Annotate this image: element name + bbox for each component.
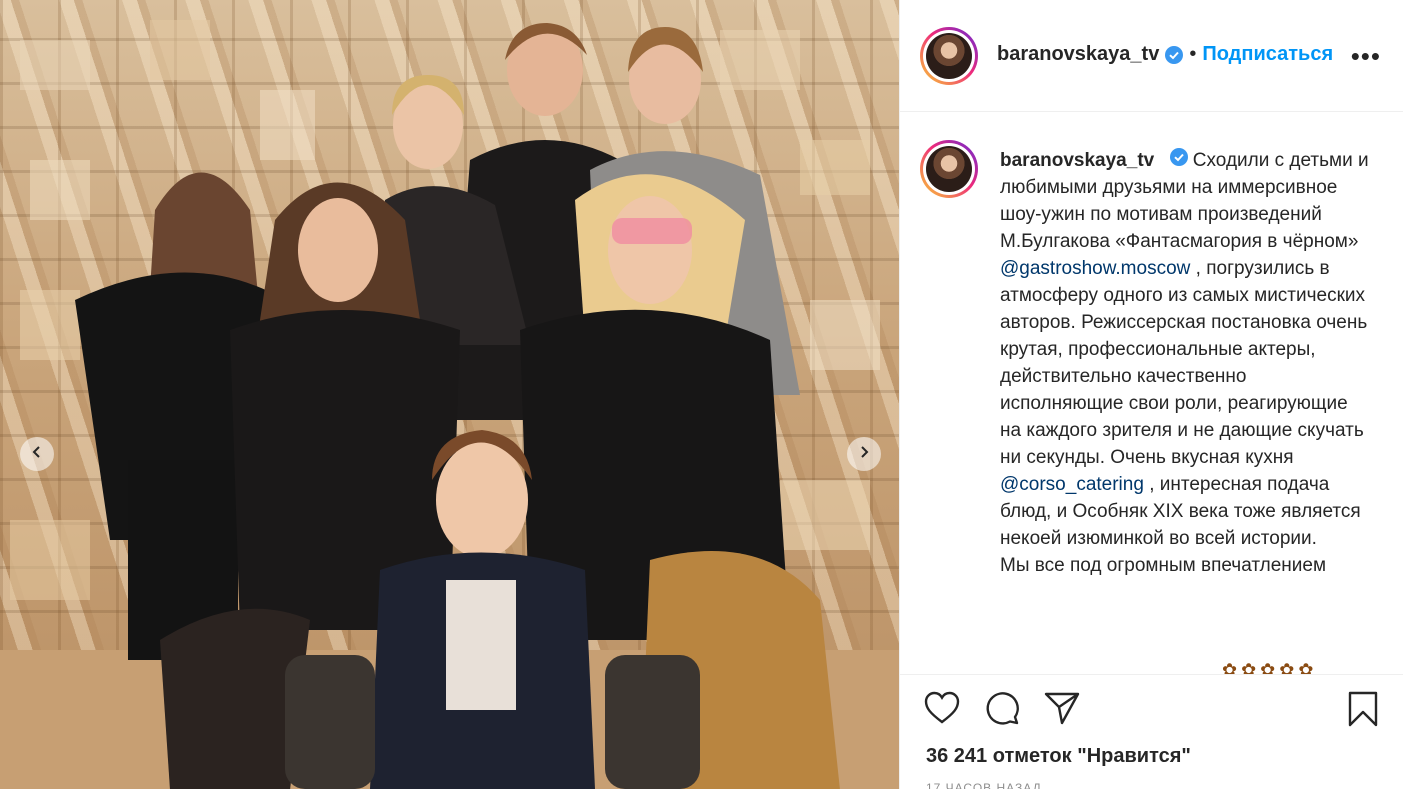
chevron-left-icon — [30, 445, 44, 464]
likes-count[interactable]: 36 241 отметок "Нравится" — [926, 745, 1191, 768]
avatar[interactable] — [920, 27, 978, 85]
caption-avatar[interactable] — [920, 140, 978, 198]
post-author: baranovskaya_tv • Подписаться — [997, 43, 1333, 66]
post-photo[interactable] — [0, 0, 899, 789]
caption-text: baranovskaya_tv Сходили с детьми и любим… — [1000, 147, 1370, 579]
mention-link[interactable]: @gastroshow.moscow — [1000, 258, 1190, 279]
caption-username-link[interactable]: baranovskaya_tv — [1000, 150, 1154, 171]
bookmark-icon — [1347, 691, 1379, 732]
comment-button[interactable] — [984, 691, 1020, 730]
previous-photo-button[interactable] — [20, 437, 54, 471]
caption-segment: Мы все под огромным впечатлением — [1000, 555, 1327, 576]
caption-area: baranovskaya_tv Сходили с детьми и любим… — [900, 112, 1403, 674]
family-photo-illustration — [0, 20, 899, 789]
like-button[interactable] — [924, 691, 960, 730]
share-button[interactable] — [1044, 691, 1080, 730]
username-link[interactable]: baranovskaya_tv — [997, 43, 1159, 66]
caption-segment: , погрузились в атмосферу одного из самы… — [1000, 258, 1368, 468]
post-actions: 36 241 отметок "Нравится" 17 ЧАСОВ НАЗАД — [900, 674, 1403, 789]
mention-link[interactable]: @corso_catering — [1000, 474, 1144, 495]
separator-dot: • — [1189, 43, 1197, 65]
more-options-icon[interactable]: ••• — [1351, 43, 1381, 69]
emoji-row: ✿✿✿✿✿ — [1222, 660, 1318, 674]
post-side-panel: baranovskaya_tv • Подписаться ••• barano… — [899, 0, 1403, 789]
chevron-right-icon — [857, 445, 871, 464]
next-photo-button[interactable] — [847, 437, 881, 471]
comment-icon — [984, 691, 1020, 730]
verified-badge-icon — [1169, 148, 1188, 166]
verified-badge-icon — [1165, 45, 1184, 64]
heart-icon — [924, 691, 960, 730]
post-header: baranovskaya_tv • Подписаться ••• — [900, 0, 1403, 112]
follow-button[interactable]: Подписаться — [1202, 43, 1333, 66]
send-icon — [1044, 691, 1080, 730]
post-timestamp[interactable]: 17 ЧАСОВ НАЗАД — [926, 781, 1042, 789]
save-button[interactable] — [1347, 691, 1379, 732]
